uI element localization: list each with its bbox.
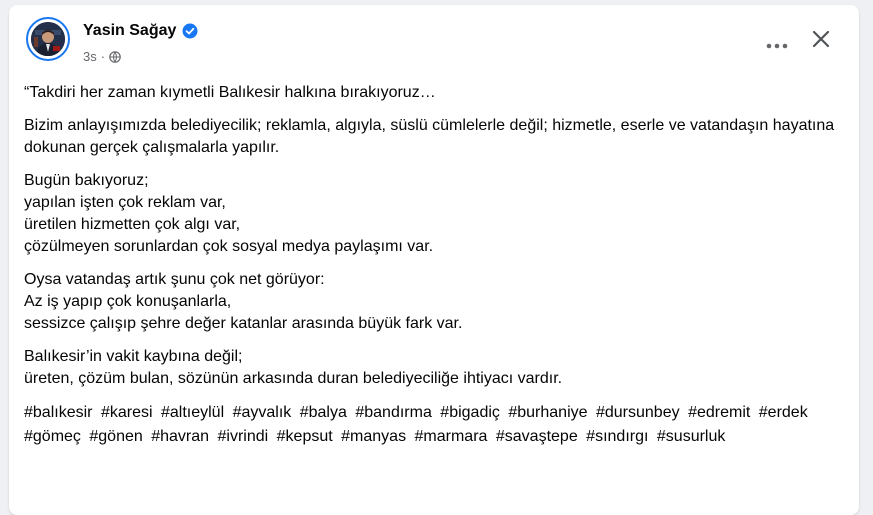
author-name[interactable]: Yasin Sağay [83, 22, 176, 40]
hashtag-link[interactable]: #balıkesir [24, 404, 92, 421]
post-paragraph: “Takdiri her zaman kıymetli Balıkesir ha… [24, 84, 436, 101]
post-card: Yasin Sağay 3s · “Takdiri her zaman kıym… [9, 5, 859, 515]
avatar-photo [31, 22, 65, 56]
hashtag-link[interactable]: #altıeylül [161, 404, 224, 421]
globe-icon[interactable] [109, 50, 121, 63]
hashtag-link[interactable]: #kepsut [277, 428, 333, 445]
verified-badge-icon [182, 23, 198, 39]
hashtag-link[interactable]: #manyas [341, 428, 406, 445]
hashtag-link[interactable]: #savaştepe [496, 428, 578, 445]
hashtag-link[interactable]: #gönen [89, 428, 142, 445]
post-paragraph: Bugün bakıyoruz; yapılan işten çok rekla… [24, 172, 434, 255]
hashtag-link[interactable]: #bigadiç [440, 404, 500, 421]
hashtag-link[interactable]: #karesi [101, 404, 153, 421]
hashtag-link[interactable]: #bandırma [355, 404, 432, 421]
post-paragraph: Balıkesir’in vakit kaybına değil; üreten… [24, 348, 563, 387]
hashtag-link[interactable]: #edremit [688, 404, 750, 421]
more-horizontal-icon [766, 36, 788, 54]
post-body: “Takdiri her zaman kıymetli Balıkesir ha… [24, 82, 844, 449]
close-icon [811, 29, 831, 54]
post-paragraph: Oysa vatandaş artık şunu çok net görüyor… [24, 271, 463, 332]
close-button[interactable] [805, 25, 837, 57]
post-time[interactable]: 3s [83, 49, 97, 64]
hashtag-list: #balıkesir #karesi #altıeylül #ayvalık #… [24, 401, 844, 449]
more-options-button[interactable] [761, 29, 793, 61]
hashtag-link[interactable]: #marmara [415, 428, 488, 445]
hashtag-link[interactable]: #ivrindi [218, 428, 269, 445]
hashtag-link[interactable]: #susurluk [657, 428, 725, 445]
hashtag-link[interactable]: #ayvalık [233, 404, 292, 421]
hashtag-link[interactable]: #erdek [759, 404, 808, 421]
hashtag-link[interactable]: #gömeç [24, 428, 81, 445]
author-avatar[interactable] [26, 17, 70, 61]
hashtag-link[interactable]: #sındırgı [586, 428, 648, 445]
hashtag-link[interactable]: #dursunbey [596, 404, 680, 421]
meta-separator: · [100, 49, 106, 64]
post-paragraph: Bizim anlayışımızda belediyecilik; rekla… [24, 117, 835, 156]
post-meta: 3s · [83, 49, 121, 64]
hashtag-link[interactable]: #havran [151, 428, 209, 445]
hashtag-link[interactable]: #burhaniye [508, 404, 587, 421]
post-author: Yasin Sağay [83, 22, 198, 40]
hashtag-link[interactable]: #balya [300, 404, 347, 421]
